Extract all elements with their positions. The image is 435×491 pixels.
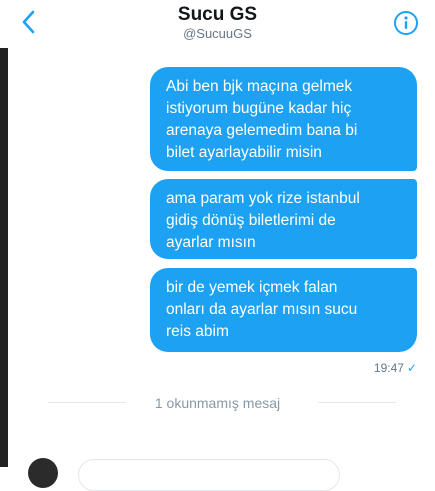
info-icon[interactable] — [393, 10, 419, 36]
message-bubble[interactable]: bir de yemek içmek falan onları da ayarl… — [150, 268, 417, 352]
conversation-handle: @SucuuGS — [183, 26, 252, 41]
message-bubble[interactable]: ama param yok rize istanbul gidiş dönüş … — [150, 179, 417, 259]
message-timestamp: 19:47 ✓ — [374, 361, 417, 375]
conversation-title: Sucu GS — [177, 4, 258, 25]
message-input[interactable] — [78, 459, 340, 491]
avatar[interactable] — [28, 458, 58, 488]
read-check-icon: ✓ — [406, 361, 417, 375]
unread-messages-label: 1 okunmamış mesaj — [154, 395, 281, 411]
divider-right — [318, 402, 396, 403]
conversation-title-block[interactable]: Sucu GS @SucuuGS — [0, 4, 435, 42]
message-bubble[interactable]: Abi ben bjk maçına gelmek istiyorum bugü… — [150, 67, 417, 171]
conversation-header: Sucu GS @SucuuGS — [0, 0, 435, 48]
timestamp-text: 19:47 — [373, 361, 404, 375]
